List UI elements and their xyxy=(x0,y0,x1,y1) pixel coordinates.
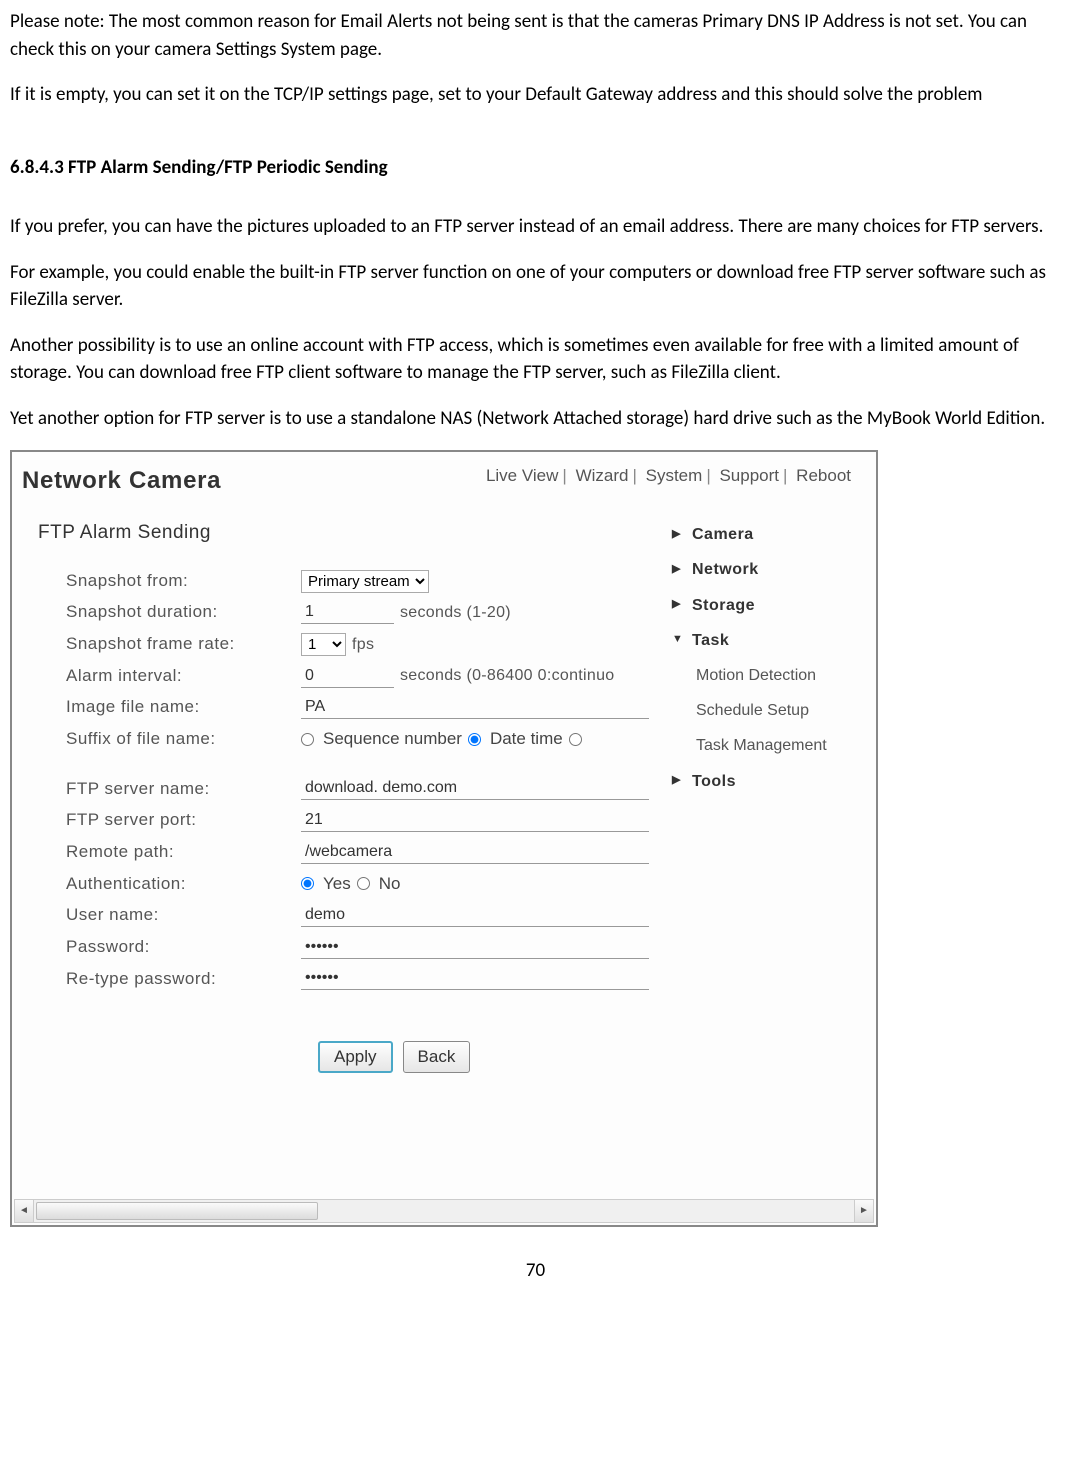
app-header: Network Camera Live View| Wizard| System… xyxy=(12,452,876,501)
unit-fps: fps xyxy=(352,633,374,656)
doc-section-heading: 6.8.4.3 FTP Alarm Sending/FTP Periodic S… xyxy=(10,154,1061,182)
chevron-right-icon: ▶ xyxy=(672,527,682,543)
top-navigation: Live View| Wizard| System| Support| Rebo… xyxy=(486,464,851,499)
doc-paragraph-ftp-online: Another possibility is to use an online … xyxy=(10,332,1061,387)
nav-storage-label: Storage xyxy=(692,594,755,617)
doc-paragraph-ftp-nas: Yet another option for FTP server is to … xyxy=(10,405,1061,433)
horizontal-scrollbar[interactable]: ◄ ► xyxy=(14,1199,874,1223)
scroll-left-icon[interactable]: ◄ xyxy=(15,1200,34,1222)
doc-paragraph-dns: If it is empty, you can set it on the TC… xyxy=(10,81,1061,109)
apply-button[interactable]: Apply xyxy=(318,1041,393,1073)
nav-network-label: Network xyxy=(692,558,759,581)
chevron-right-icon: ▶ xyxy=(672,562,682,578)
nav-reboot[interactable]: Reboot xyxy=(796,466,851,485)
label-remote-path: Remote path: xyxy=(38,840,301,865)
radio-suffix-sequence[interactable] xyxy=(301,733,314,746)
radio-suffix-datetime[interactable] xyxy=(468,733,481,746)
nav-camera-label: Camera xyxy=(692,523,754,546)
camera-settings-screenshot: Network Camera Live View| Wizard| System… xyxy=(10,450,878,1227)
nav-system[interactable]: System xyxy=(646,466,703,485)
label-retype-password: Re-type password: xyxy=(38,967,301,992)
input-ftp-server-port[interactable] xyxy=(301,809,649,832)
label-password: Password: xyxy=(38,935,301,960)
label-snapshot-frame-rate: Snapshot frame rate: xyxy=(38,632,301,657)
label-suffix: Suffix of file name: xyxy=(38,727,301,752)
side-navigation: ▶ Camera ▶ Network ▶ Storage ▼ Task Moti… xyxy=(660,501,876,1181)
chevron-right-icon: ▶ xyxy=(672,773,682,789)
back-button[interactable]: Back xyxy=(403,1041,471,1073)
radio-suffix-other[interactable] xyxy=(569,733,582,746)
radio-label-no: No xyxy=(379,872,401,897)
nav-task-label: Task xyxy=(692,629,729,652)
hint-snapshot-duration: seconds (1-20) xyxy=(400,601,511,624)
app-title: Network Camera xyxy=(22,464,221,499)
radio-label-yes: Yes xyxy=(323,872,351,897)
select-snapshot-frame-rate[interactable]: 1 xyxy=(301,633,346,656)
label-ftp-server-name: FTP server name: xyxy=(38,777,301,802)
radio-label-datetime: Date time xyxy=(490,727,563,752)
nav-live-view[interactable]: Live View xyxy=(486,466,558,485)
nav-wizard[interactable]: Wizard xyxy=(576,466,629,485)
label-authentication: Authentication: xyxy=(38,872,301,897)
nav-tools-label: Tools xyxy=(692,770,736,793)
nav-motion-detection[interactable]: Motion Detection xyxy=(668,658,868,693)
doc-paragraph-ftp-example: For example, you could enable the built-… xyxy=(10,259,1061,314)
page-number: 70 xyxy=(10,1257,1061,1285)
nav-schedule-setup[interactable]: Schedule Setup xyxy=(668,693,868,728)
radio-auth-no[interactable] xyxy=(357,877,370,890)
input-retype-password[interactable] xyxy=(301,967,649,990)
label-snapshot-from: Snapshot from: xyxy=(38,569,301,594)
label-ftp-server-port: FTP server port: xyxy=(38,808,301,833)
input-image-file-name[interactable] xyxy=(301,696,649,719)
input-user-name[interactable] xyxy=(301,904,649,927)
chevron-right-icon: ▶ xyxy=(672,597,682,613)
hint-alarm-interval: seconds (0-86400 0:continuo xyxy=(400,664,614,687)
input-password[interactable] xyxy=(301,936,649,959)
scrollbar-thumb[interactable] xyxy=(36,1202,318,1220)
label-image-file-name: Image file name: xyxy=(38,695,301,720)
scroll-right-icon[interactable]: ► xyxy=(854,1200,873,1222)
nav-tools[interactable]: ▶ Tools xyxy=(668,764,868,799)
nav-storage[interactable]: ▶ Storage xyxy=(668,588,868,623)
panel-title: FTP Alarm Sending xyxy=(38,519,660,547)
label-alarm-interval: Alarm interval: xyxy=(38,664,301,689)
input-alarm-interval[interactable] xyxy=(301,665,394,688)
nav-network[interactable]: ▶ Network xyxy=(668,552,868,587)
ftp-form-panel: FTP Alarm Sending Snapshot from: Primary… xyxy=(12,501,660,1181)
nav-task-management[interactable]: Task Management xyxy=(668,728,868,763)
radio-auth-yes[interactable] xyxy=(301,877,314,890)
doc-paragraph-note: Please note: The most common reason for … xyxy=(10,8,1061,63)
nav-task[interactable]: ▼ Task xyxy=(668,623,868,658)
nav-support[interactable]: Support xyxy=(719,466,779,485)
chevron-down-icon: ▼ xyxy=(672,632,682,648)
input-ftp-server-name[interactable] xyxy=(301,777,649,800)
label-snapshot-duration: Snapshot duration: xyxy=(38,600,301,625)
select-snapshot-from[interactable]: Primary stream xyxy=(301,570,429,593)
nav-camera[interactable]: ▶ Camera xyxy=(668,517,868,552)
label-user-name: User name: xyxy=(38,903,301,928)
input-snapshot-duration[interactable] xyxy=(301,601,394,624)
radio-label-sequence: Sequence number xyxy=(323,727,462,752)
input-remote-path[interactable] xyxy=(301,841,649,864)
doc-paragraph-ftp-intro: If you prefer, you can have the pictures… xyxy=(10,213,1061,241)
